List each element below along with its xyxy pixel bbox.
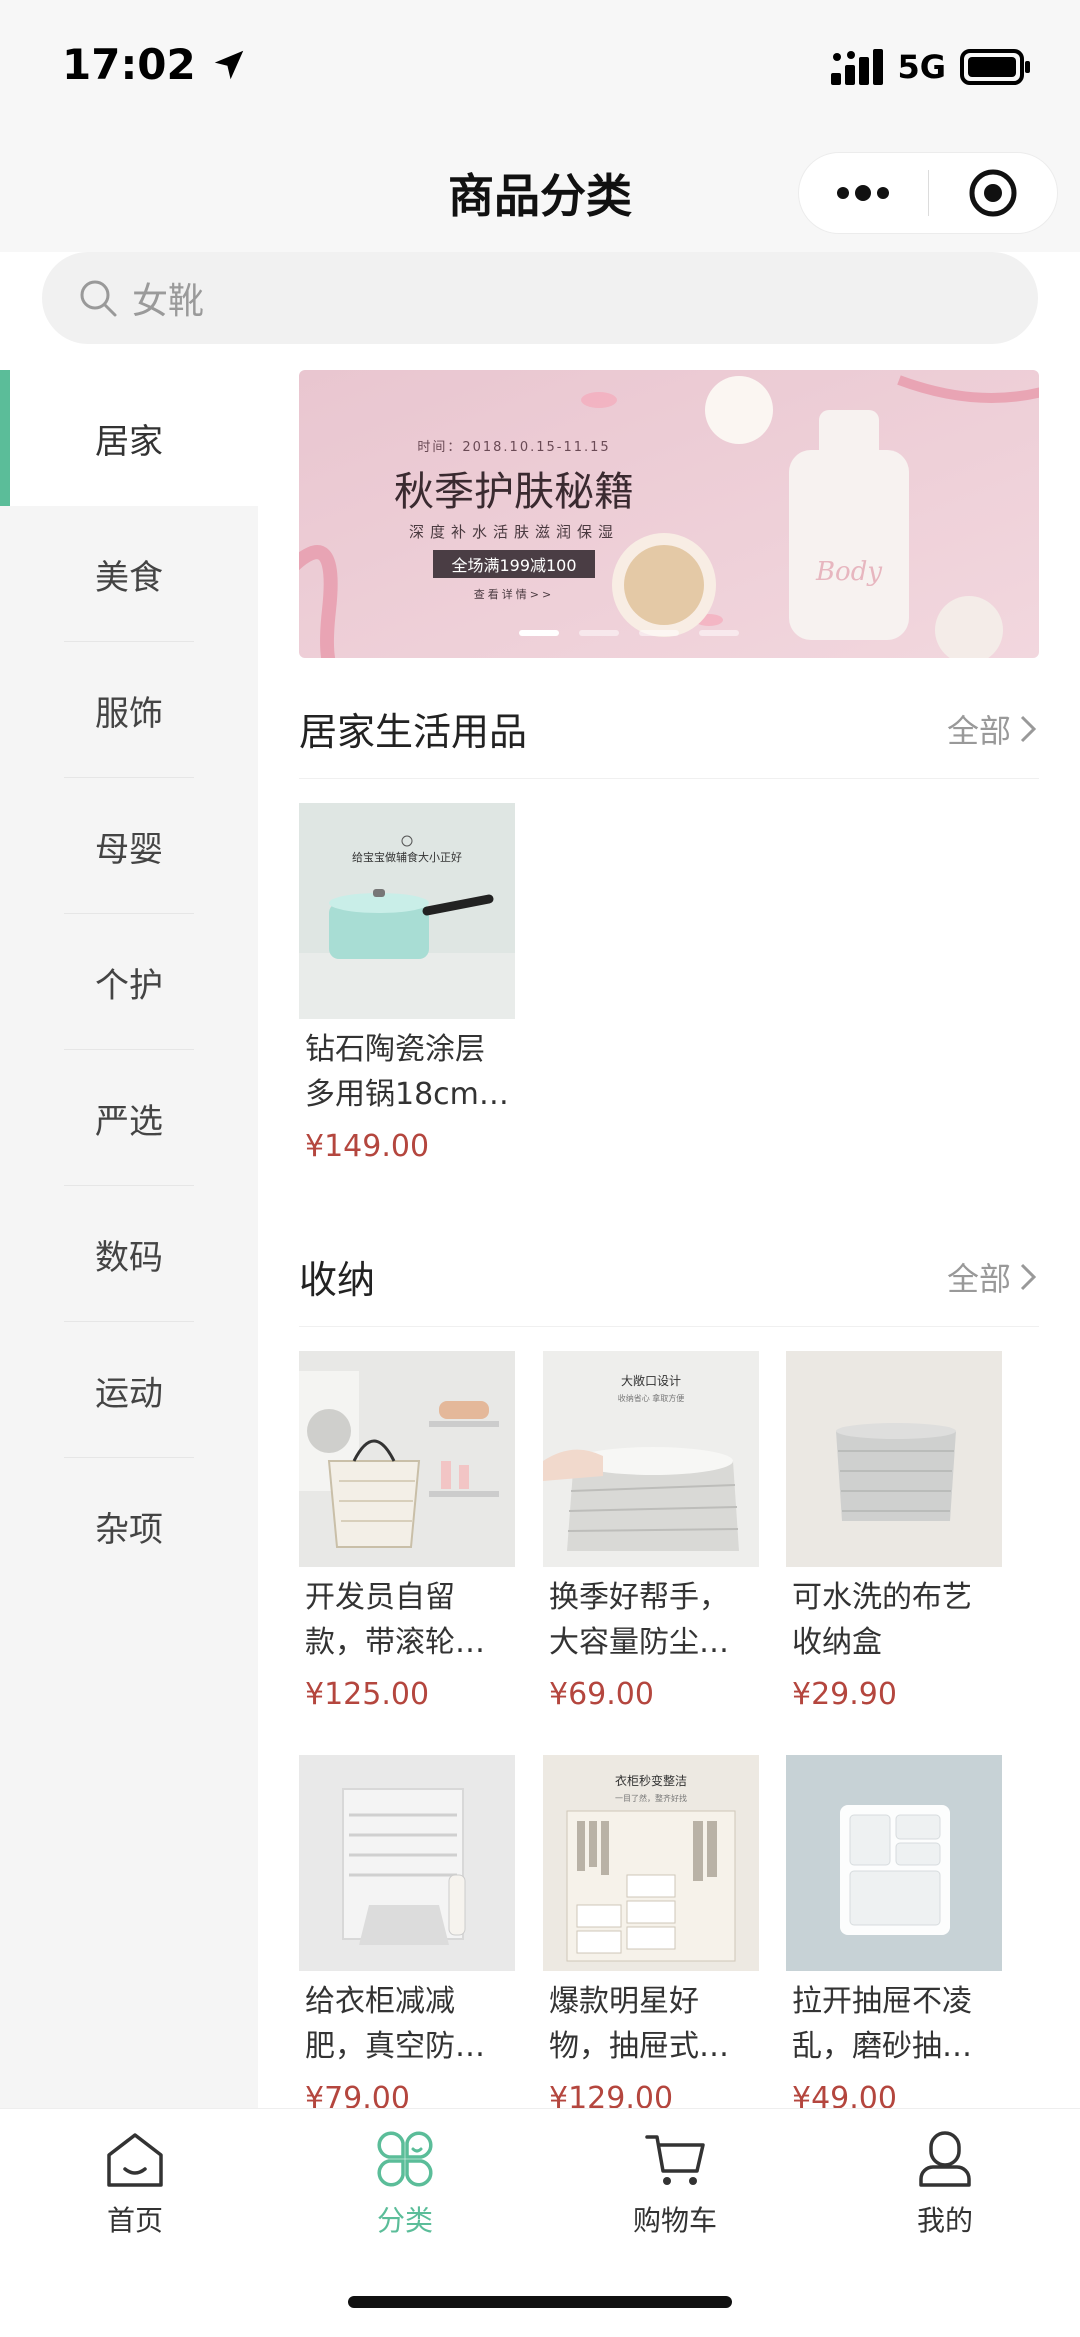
main-content: Body 时间：2018.10.15-11.15 秋季护肤秘籍 深度补水活肤滋润… (258, 370, 1080, 2108)
search-icon (80, 280, 117, 317)
sidebar-item-sports[interactable]: 运动 (0, 1322, 258, 1458)
product-price: ¥69.00 (549, 1677, 654, 1712)
sidebar-item-digital[interactable]: 数码 (0, 1186, 258, 1322)
product-image (786, 1351, 1002, 1567)
sidebar-item-label: 母婴 (95, 829, 163, 870)
product-card[interactable]: 衣柜秒变整洁 一目了然，整齐好找 爆款明星好物，抽屉式… ¥129.00 (543, 1755, 759, 2108)
sidebar-item-label: 运动 (95, 1373, 163, 1414)
product-card[interactable]: 大敞口设计 收纳省心 拿取方便 换季好帮手，大容量防尘… ¥69.00 (543, 1351, 759, 1712)
view-all-label: 全部 (946, 1259, 1011, 1298)
product-image-subcaption: 一目了然，整齐好找 (615, 1793, 687, 1803)
section-header: 居家生活用品 全部 (299, 679, 1039, 779)
close-target-icon (969, 169, 1017, 217)
section-title: 收纳 (299, 1258, 376, 1302)
sidebar-item-personal-care[interactable]: 个护 (0, 914, 258, 1050)
product-name: 拉开抽屉不凌乱，磨砂抽… (792, 1984, 972, 2064)
product-price: ¥125.00 (305, 1677, 430, 1712)
sidebar-item-label: 服饰 (95, 693, 163, 734)
signal-icon (831, 49, 884, 85)
product-name: 开发员自留款，带滚轮… (305, 1580, 485, 1660)
view-all-link[interactable]: 全部 (947, 706, 1039, 752)
banner-promo: 全场满199减100 (433, 550, 595, 578)
product-price: ¥49.00 (792, 2081, 897, 2108)
sidebar-item-label: 个护 (95, 965, 163, 1006)
chevron-right-icon (1020, 1263, 1037, 1290)
product-image-caption: 衣柜秒变整洁 (615, 1773, 687, 1788)
product-image: 大敞口设计 收纳省心 拿取方便 (543, 1351, 759, 1567)
tab-cart[interactable]: 购物车 (540, 2127, 810, 2239)
category-sidebar: 居家 美食 服饰 母婴 个护 严选 数码 运动 杂项 (0, 370, 258, 2108)
product-price: ¥29.90 (792, 1677, 897, 1712)
tab-label: 分类 (376, 2204, 433, 2237)
product-card[interactable]: 可水洗的布艺收纳盒 ¥29.90 (786, 1351, 1002, 1712)
product-image: 给宝宝做辅食大小正好 (299, 803, 515, 1019)
product-name: 换季好帮手，大容量防尘… (549, 1580, 729, 1660)
more-button[interactable] (799, 152, 928, 234)
location-arrow-icon (214, 50, 243, 79)
product-image (299, 1755, 515, 1971)
view-all-label: 全部 (946, 711, 1011, 750)
promo-banner[interactable]: Body 时间：2018.10.15-11.15 秋季护肤秘籍 深度补水活肤滋润… (299, 370, 1039, 658)
tab-label: 购物车 (632, 2204, 717, 2237)
product-card[interactable]: 给衣柜减减肥，真空防… ¥79.00 (299, 1755, 515, 2108)
product-image-caption: 大敞口设计 (621, 1373, 681, 1388)
sidebar-item-misc[interactable]: 杂项 (0, 1458, 258, 1594)
cart-icon (645, 2135, 705, 2185)
tab-label: 我的 (916, 2204, 973, 2237)
product-image-caption: 给宝宝做辅食大小正好 (352, 850, 462, 864)
home-indicator (348, 2296, 732, 2308)
status-time: 17:02 (62, 40, 196, 89)
view-all-link[interactable]: 全部 (947, 1254, 1039, 1300)
tab-profile[interactable]: 我的 (810, 2127, 1080, 2239)
close-button[interactable] (929, 152, 1058, 234)
battery-icon (960, 49, 1030, 85)
product-image: 衣柜秒变整洁 一目了然，整齐好找 (543, 1755, 759, 1971)
sidebar-item-label: 美食 (95, 557, 163, 598)
sidebar-item-label: 数码 (95, 1237, 163, 1278)
product-image (299, 1351, 515, 1567)
mini-program-capsule (798, 152, 1058, 234)
product-name: 给衣柜减减肥，真空防… (305, 1984, 485, 2064)
status-bar: 17:02 5G (0, 0, 1080, 130)
svg-text:Body: Body (815, 557, 882, 587)
search-area: 女靴 (0, 252, 1080, 370)
product-name: 爆款明星好物，抽屉式… (549, 1984, 729, 2064)
sidebar-item-baby[interactable]: 母婴 (0, 778, 258, 914)
product-image (786, 1755, 1002, 1971)
banner-subline: 深度补水活肤滋润保湿 (408, 523, 619, 541)
product-image-subcaption: 收纳省心 拿取方便 (618, 1393, 685, 1403)
sidebar-item-food[interactable]: 美食 (0, 506, 258, 642)
tab-category[interactable]: 分类 (270, 2127, 540, 2239)
banner-link: 查看详情>> (473, 588, 555, 601)
network-label: 5G (897, 48, 946, 86)
product-price: ¥79.00 (305, 2081, 410, 2108)
product-price: ¥129.00 (549, 2081, 674, 2108)
more-dots-icon (837, 185, 890, 201)
sidebar-item-label: 居家 (95, 421, 163, 462)
tab-label: 首页 (106, 2204, 163, 2237)
product-card[interactable]: 开发员自留款，带滚轮… ¥125.00 (299, 1351, 515, 1712)
product-name: 钻石陶瓷涂层多用锅18cm… (305, 1032, 509, 1112)
sidebar-item-label: 杂项 (95, 1509, 163, 1550)
sidebar-item-home[interactable]: 居家 (0, 370, 258, 506)
banner-headline: 秋季护肤秘籍 (394, 469, 634, 515)
sidebar-item-selected[interactable]: 严选 (0, 1050, 258, 1186)
category-icon (377, 2131, 433, 2187)
home-icon (107, 2133, 163, 2187)
section-title: 居家生活用品 (299, 710, 528, 754)
product-card[interactable]: 拉开抽屉不凌乱，磨砂抽… ¥49.00 (786, 1755, 1002, 2108)
chevron-right-icon (1020, 715, 1037, 742)
sidebar-item-apparel[interactable]: 服饰 (0, 642, 258, 778)
search-input[interactable]: 女靴 (42, 252, 1038, 344)
product-card[interactable]: 给宝宝做辅食大小正好 钻石陶瓷涂层多用锅18cm… ¥149.00 (299, 803, 515, 1164)
section-header: 收纳 全部 (299, 1227, 1039, 1327)
banner-date: 时间：2018.10.15-11.15 (417, 440, 611, 455)
sidebar-item-label: 严选 (95, 1101, 163, 1142)
user-icon (919, 2131, 971, 2187)
tab-home[interactable]: 首页 (0, 2127, 270, 2239)
product-price: ¥149.00 (305, 1129, 430, 1164)
nav-bar: 商品分类 (0, 130, 1080, 252)
search-placeholder: 女靴 (132, 281, 205, 322)
product-name: 可水洗的布艺收纳盒 (792, 1580, 972, 1660)
